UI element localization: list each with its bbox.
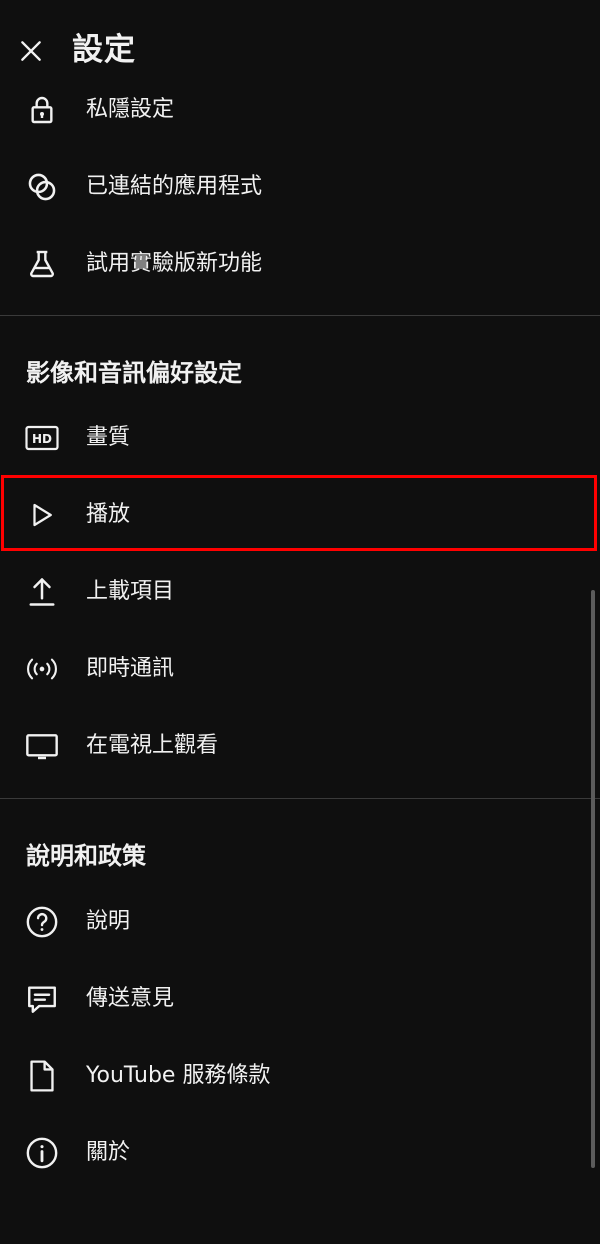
menu-item-label: 在電視上觀看 [86, 733, 219, 758]
menu-item-label: 畫質 [86, 425, 131, 450]
scrollbar[interactable] [591, 590, 595, 1168]
menu-item-watch-on-tv[interactable]: 在電視上觀看 [0, 708, 600, 784]
live-broadcast-icon [24, 651, 60, 687]
menu-item-help[interactable]: 說明 [0, 884, 600, 960]
flask-icon [24, 246, 60, 282]
hd-icon: HD [24, 420, 60, 456]
menu-item-quality[interactable]: HD 畫質 [0, 400, 600, 476]
divider [0, 798, 600, 799]
menu-item-live-chat[interactable]: 即時通訊 [0, 631, 600, 707]
tv-icon [24, 728, 60, 764]
menu-item-terms[interactable]: YouTube 服務條款 [0, 1038, 600, 1114]
menu-item-label: 即時通訊 [86, 656, 175, 681]
menu-item-uploads[interactable]: 上載項目 [0, 554, 600, 630]
menu-item-playback[interactable]: 播放 [0, 477, 600, 553]
menu-item-about[interactable]: 關於 [0, 1115, 600, 1191]
section-title-video-audio: 影像和音訊偏好設定 [26, 359, 242, 387]
menu-item-label: 上載項目 [86, 579, 175, 604]
menu-item-privacy[interactable]: 私隱設定 [0, 72, 600, 148]
svg-text:HD: HD [32, 432, 52, 446]
linked-apps-icon [24, 169, 60, 205]
play-icon [24, 497, 60, 533]
menu-item-feedback[interactable]: 傳送意見 [0, 961, 600, 1037]
page-title: 設定 [72, 32, 136, 68]
document-icon [24, 1058, 60, 1094]
menu-item-label: 試用實驗版新功能 [86, 251, 263, 276]
menu-item-label: 傳送意見 [86, 986, 175, 1011]
help-circle-icon [24, 904, 60, 940]
menu-item-experimental[interactable]: 試用實驗版新功能 [0, 226, 600, 302]
feedback-icon [24, 981, 60, 1017]
menu-item-label: 關於 [86, 1140, 131, 1165]
menu-item-label: 播放 [86, 502, 131, 527]
close-icon [21, 41, 41, 61]
menu-item-label: 說明 [86, 909, 131, 934]
info-icon [24, 1135, 60, 1171]
section-title-help-policy: 說明和政策 [26, 842, 146, 870]
menu-item-label: 已連結的應用程式 [86, 174, 263, 199]
lock-icon [24, 92, 60, 128]
upload-icon [24, 574, 60, 610]
menu-item-label: YouTube 服務條款 [86, 1063, 271, 1088]
menu-item-linked-apps[interactable]: 已連結的應用程式 [0, 149, 600, 225]
menu-item-label: 私隱設定 [86, 97, 175, 122]
divider [0, 315, 600, 316]
close-button[interactable] [14, 34, 48, 68]
